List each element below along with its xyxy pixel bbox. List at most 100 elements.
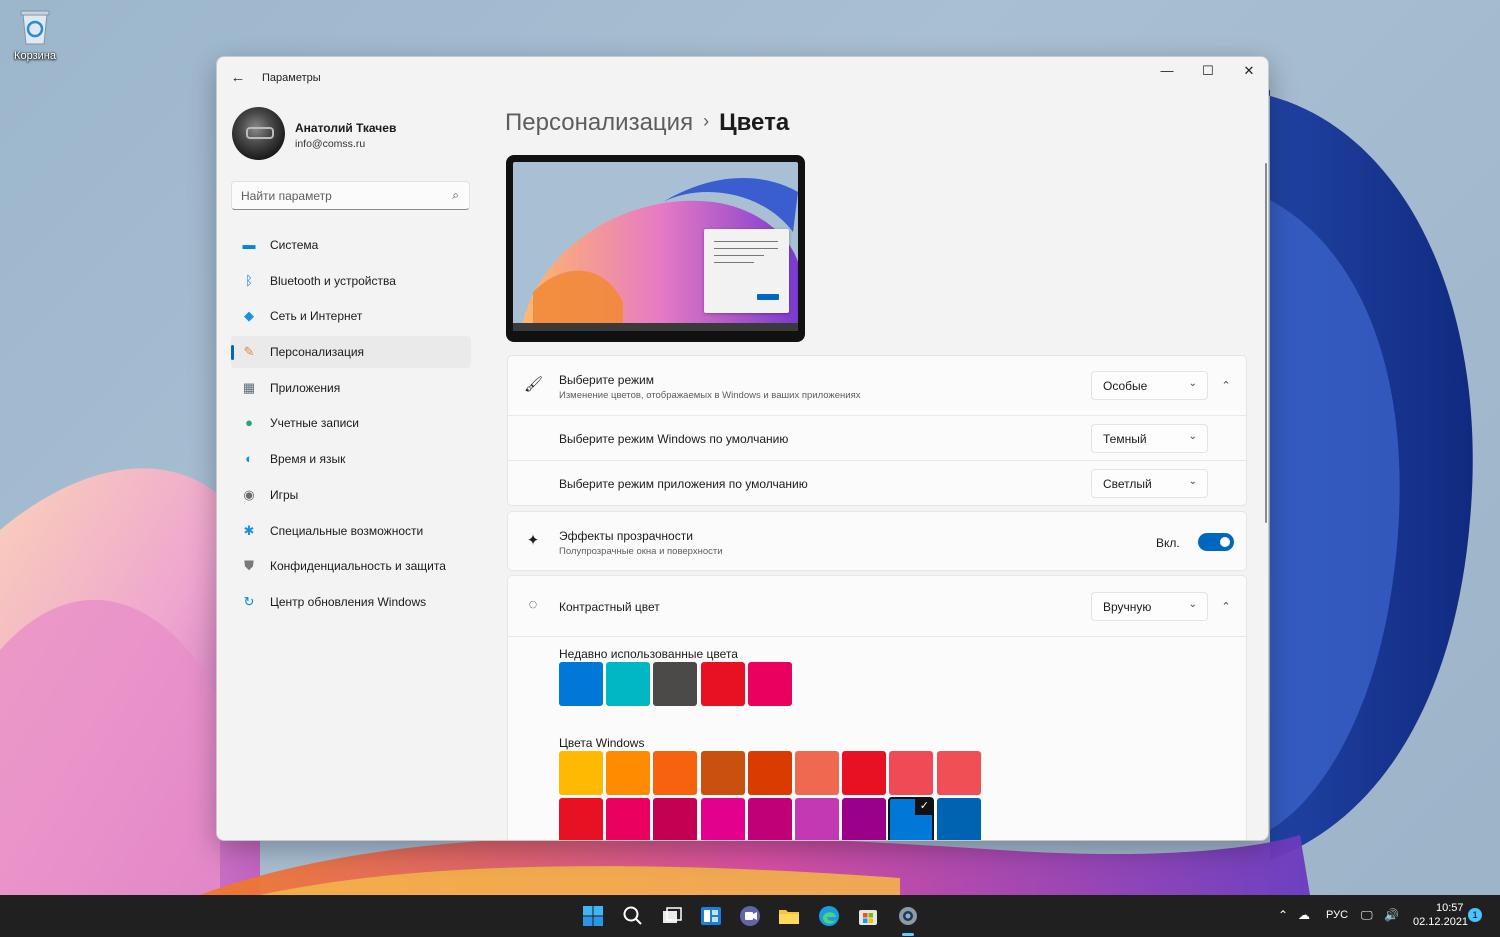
color-swatch[interactable]	[606, 751, 651, 795]
chat-icon[interactable]	[738, 904, 762, 928]
sidebar-item-accessibility[interactable]: ✱ Специальные возможности	[231, 515, 471, 547]
sidebar-item-accounts[interactable]: ● Учетные записи	[231, 407, 471, 439]
color-swatch[interactable]	[842, 798, 887, 840]
volume-icon[interactable]: 🔊	[1384, 908, 1399, 922]
sidebar-item-apps[interactable]: ▦ Приложения	[231, 372, 471, 404]
preview-taskbar	[513, 323, 798, 331]
clock-date[interactable]: 02.12.2021	[1413, 916, 1468, 928]
color-swatch[interactable]	[700, 798, 745, 840]
sidebar-item-bluetooth[interactable]: ᛒ Bluetooth и устройства	[231, 265, 471, 297]
color-swatch[interactable]	[747, 662, 792, 706]
notification-badge[interactable]: 1	[1468, 908, 1482, 922]
close-button[interactable]: ✕	[1229, 57, 1268, 87]
breadcrumb-parent[interactable]: Персонализация	[505, 109, 693, 136]
color-swatch[interactable]	[795, 751, 839, 795]
user-profile[interactable]: Анатолий Ткачев info@comss.ru	[232, 107, 472, 161]
sidebar-item-label: Bluetooth и устройства	[270, 273, 396, 288]
sidebar-item-label: Игры	[270, 487, 299, 502]
color-swatch[interactable]	[700, 751, 745, 795]
color-swatch[interactable]: ✓	[888, 797, 935, 840]
scrollbar[interactable]	[1265, 163, 1267, 523]
sidebar-item-system[interactable]: ▬ Система	[231, 229, 471, 261]
sidebar-item-windows-update[interactable]: ↻ Центр обновления Windows	[231, 586, 471, 618]
sidebar-item-network[interactable]: ◆ Сеть и Интернет	[231, 300, 471, 332]
clock-time[interactable]: 10:57	[1436, 902, 1464, 914]
color-swatch[interactable]	[795, 798, 839, 840]
color-swatch[interactable]	[653, 662, 698, 706]
palette-icon: ◌	[528, 596, 538, 613]
color-swatch[interactable]	[936, 751, 981, 795]
widgets-icon[interactable]	[699, 904, 723, 928]
start-icon[interactable]	[581, 904, 605, 928]
sidebar-nav: ▬ Система ᛒ Bluetooth и устройства ◆ Сет…	[231, 229, 471, 622]
search-icon[interactable]	[621, 904, 645, 928]
accent-color-dropdown-value: Вручную	[1103, 600, 1152, 614]
sidebar-item-label: Учетные записи	[270, 416, 359, 431]
brush-icon: ✎	[243, 344, 255, 360]
accent-color-dropdown[interactable]: Вручную ⌄	[1091, 592, 1208, 621]
color-swatch[interactable]	[606, 798, 651, 840]
user-name: Анатолий Ткачев	[295, 121, 397, 135]
color-swatch[interactable]	[747, 798, 792, 840]
search-input[interactable]	[232, 182, 432, 209]
accent-color-row[interactable]: ◌ Контрастный цвет Вручную ⌄ ⌃	[508, 576, 1246, 637]
transparency-card: ✦ Эффекты прозрачности Полупрозрачные ок…	[507, 511, 1247, 571]
recycle-bin-shortcut[interactable]: Корзина	[8, 8, 62, 62]
sidebar-item-label: Конфиденциальность и защита	[270, 559, 446, 574]
sidebar-item-label: Приложения	[270, 380, 341, 395]
color-swatch[interactable]	[653, 798, 698, 840]
taskbar: ⌃ ☁ РУС 🖵 🔊 10:57 02.12.2021	[0, 895, 1500, 937]
search-box[interactable]: ⌕	[231, 181, 470, 210]
settings-window: ← Параметры — ☐ ✕ Анатолий Ткачев info@c…	[216, 56, 1269, 841]
store-icon[interactable]	[856, 904, 880, 928]
sidebar-item-gaming[interactable]: ◉ Игры	[231, 479, 471, 511]
search-icon[interactable]: ⌕	[452, 188, 459, 203]
task-view-icon[interactable]	[660, 904, 684, 928]
color-swatch[interactable]	[653, 751, 698, 795]
back-arrow-icon[interactable]: ←	[229, 69, 247, 87]
transparency-toggle-label: Вкл.	[1156, 536, 1180, 550]
preview-screen	[513, 162, 798, 331]
settings-gear-icon[interactable]	[896, 904, 920, 928]
edge-icon[interactable]	[817, 904, 841, 928]
mode-title: Выберите режим	[559, 373, 654, 387]
windows-mode-dropdown[interactable]: Темный ⌄	[1091, 424, 1208, 453]
language-indicator[interactable]: РУС	[1326, 909, 1348, 921]
title-bar: ← Параметры — ☐ ✕	[217, 57, 1268, 99]
wifi-icon: ◆	[244, 308, 254, 324]
color-swatch[interactable]	[842, 751, 887, 795]
color-swatch[interactable]	[700, 662, 745, 706]
color-swatch[interactable]	[606, 662, 651, 706]
sidebar-item-label: Персонализация	[270, 345, 365, 360]
collapse-icon[interactable]: ⌃	[1215, 596, 1237, 618]
page-title: Цвета	[719, 109, 790, 136]
sidebar-item-time-language[interactable]: ◐ Время и язык	[231, 443, 471, 475]
app-mode-dropdown[interactable]: Светлый ⌄	[1091, 469, 1208, 498]
transparency-toggle[interactable]	[1198, 533, 1234, 551]
chevron-up-icon[interactable]: ⌃	[1278, 908, 1288, 922]
minimize-button[interactable]: —	[1147, 57, 1187, 87]
app-mode-label: Выберите режим приложения по умолчанию	[559, 477, 808, 491]
person-icon: ●	[245, 415, 253, 431]
accent-color-title: Контрастный цвет	[559, 600, 660, 614]
accent-color-card: ◌ Контрастный цвет Вручную ⌄ ⌃ Недавно и…	[507, 575, 1247, 840]
recent-colors-label: Недавно использованные цвета	[559, 647, 738, 661]
color-swatch[interactable]	[936, 798, 981, 840]
cloud-icon[interactable]: ☁	[1298, 908, 1310, 922]
monitor-icon: ▬	[242, 237, 256, 252]
file-explorer-icon[interactable]	[777, 904, 801, 928]
color-swatch[interactable]	[559, 751, 603, 795]
collapse-icon[interactable]: ⌃	[1215, 375, 1237, 397]
sidebar-item-personalization[interactable]: ✎ Персонализация	[231, 336, 471, 369]
maximize-button[interactable]: ☐	[1188, 57, 1228, 87]
mode-dropdown[interactable]: Особые ⌄	[1091, 371, 1208, 400]
network-icon[interactable]: 🖵	[1361, 908, 1373, 923]
globe-clock-icon: ◐	[245, 451, 253, 467]
color-swatch[interactable]	[559, 798, 603, 840]
color-swatch[interactable]	[559, 662, 603, 706]
mode-row[interactable]: 🖌 Выберите режим Изменение цветов, отобр…	[508, 356, 1246, 416]
mode-subtitle: Изменение цветов, отображаемых в Windows…	[559, 390, 861, 401]
sidebar-item-privacy[interactable]: ⛊ Конфиденциальность и защита	[231, 550, 471, 582]
color-swatch[interactable]	[747, 751, 792, 795]
color-swatch[interactable]	[889, 751, 934, 795]
